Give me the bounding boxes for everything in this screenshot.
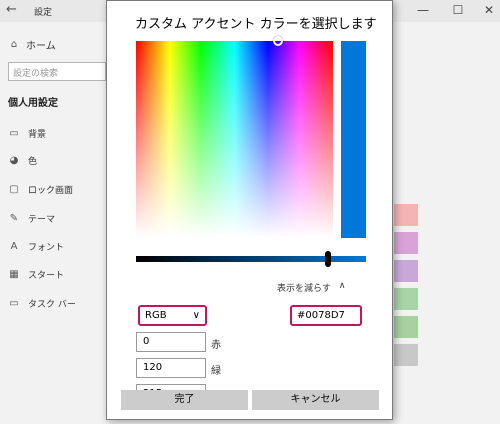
green-label: 緑 bbox=[211, 366, 221, 377]
palette-icon: ◕ bbox=[9, 155, 19, 166]
color-swatch[interactable] bbox=[394, 288, 418, 310]
sidebar-item-lock-screen[interactable]: ▢ ロック画面 bbox=[8, 183, 73, 196]
image-icon: ▭ bbox=[9, 128, 19, 139]
color-swatch[interactable] bbox=[394, 204, 418, 226]
sidebar-item-label: タスク バー bbox=[28, 300, 76, 310]
sidebar-item-label: テーマ bbox=[28, 215, 56, 225]
color-spectrum[interactable] bbox=[136, 36, 333, 238]
sidebar-item-colors[interactable]: ◕ 色 bbox=[8, 154, 37, 167]
nav-home-label: ホーム bbox=[26, 41, 56, 52]
red-input[interactable]: 0 bbox=[136, 332, 206, 352]
lock-screen-icon: ▢ bbox=[9, 184, 19, 195]
maximize-button[interactable]: ☐ bbox=[443, 1, 473, 19]
spectrum-picker-handle[interactable] bbox=[273, 36, 283, 46]
close-button[interactable]: ✕ bbox=[474, 1, 500, 19]
slider-thumb[interactable] bbox=[325, 251, 331, 267]
sidebar-item-label: 背景 bbox=[28, 130, 47, 140]
theme-icon: ✎ bbox=[9, 213, 19, 224]
home-icon: ⌂ bbox=[10, 39, 18, 50]
cancel-button[interactable]: キャンセル bbox=[252, 390, 379, 410]
custom-color-dialog: カスタム アクセント カラーを選択します 表示を減らす ∧ RGB ∨ #007… bbox=[106, 0, 393, 420]
show-less-toggle[interactable]: 表示を減らす ∧ bbox=[277, 281, 345, 294]
color-mode-dropdown[interactable]: RGB ∨ bbox=[138, 305, 207, 326]
start-icon: ▦ bbox=[9, 269, 19, 280]
dialog-title: カスタム アクセント カラーを選択します bbox=[135, 17, 377, 32]
brightness-slider[interactable] bbox=[136, 251, 366, 267]
hex-input[interactable]: #0078D7 bbox=[290, 305, 362, 326]
green-input[interactable]: 120 bbox=[136, 358, 206, 378]
chevron-up-icon: ∧ bbox=[338, 281, 346, 291]
sidebar-item-label: 色 bbox=[28, 157, 38, 167]
color-swatch[interactable] bbox=[394, 344, 418, 366]
sidebar-item-fonts[interactable]: A フォント bbox=[8, 240, 64, 253]
color-swatch[interactable] bbox=[394, 260, 418, 282]
sidebar-item-label: フォント bbox=[28, 243, 65, 253]
chevron-down-icon: ∨ bbox=[192, 310, 200, 321]
sidebar-item-label: スタート bbox=[28, 271, 65, 281]
sidebar-item-label: ロック画面 bbox=[28, 186, 74, 196]
taskbar-icon: ▭ bbox=[9, 298, 19, 309]
sidebar-item-start[interactable]: ▦ スタート bbox=[8, 268, 64, 281]
window-title: 設定 bbox=[34, 8, 53, 18]
show-less-label: 表示を減らす bbox=[277, 284, 331, 294]
minimize-button[interactable]: — bbox=[408, 1, 438, 19]
nav-home[interactable]: ⌂ ホーム bbox=[8, 37, 56, 52]
back-arrow-icon[interactable]: ← bbox=[6, 2, 17, 17]
color-preview bbox=[341, 41, 366, 238]
done-button[interactable]: 完了 bbox=[121, 390, 248, 410]
search-input[interactable]: 設定の検索 bbox=[8, 62, 106, 81]
button-bar: 完了 キャンセル bbox=[107, 390, 392, 419]
font-icon: A bbox=[10, 241, 18, 252]
color-swatch[interactable] bbox=[394, 316, 418, 338]
sidebar-item-background[interactable]: ▭ 背景 bbox=[8, 127, 46, 140]
color-mode-value: RGB bbox=[145, 310, 167, 321]
color-swatch[interactable] bbox=[394, 232, 418, 254]
sidebar-item-taskbar[interactable]: ▭ タスク バー bbox=[8, 297, 76, 310]
red-label: 赤 bbox=[211, 340, 221, 351]
section-header: 個人用設定 bbox=[8, 98, 58, 109]
sidebar-item-themes[interactable]: ✎ テーマ bbox=[8, 212, 55, 225]
